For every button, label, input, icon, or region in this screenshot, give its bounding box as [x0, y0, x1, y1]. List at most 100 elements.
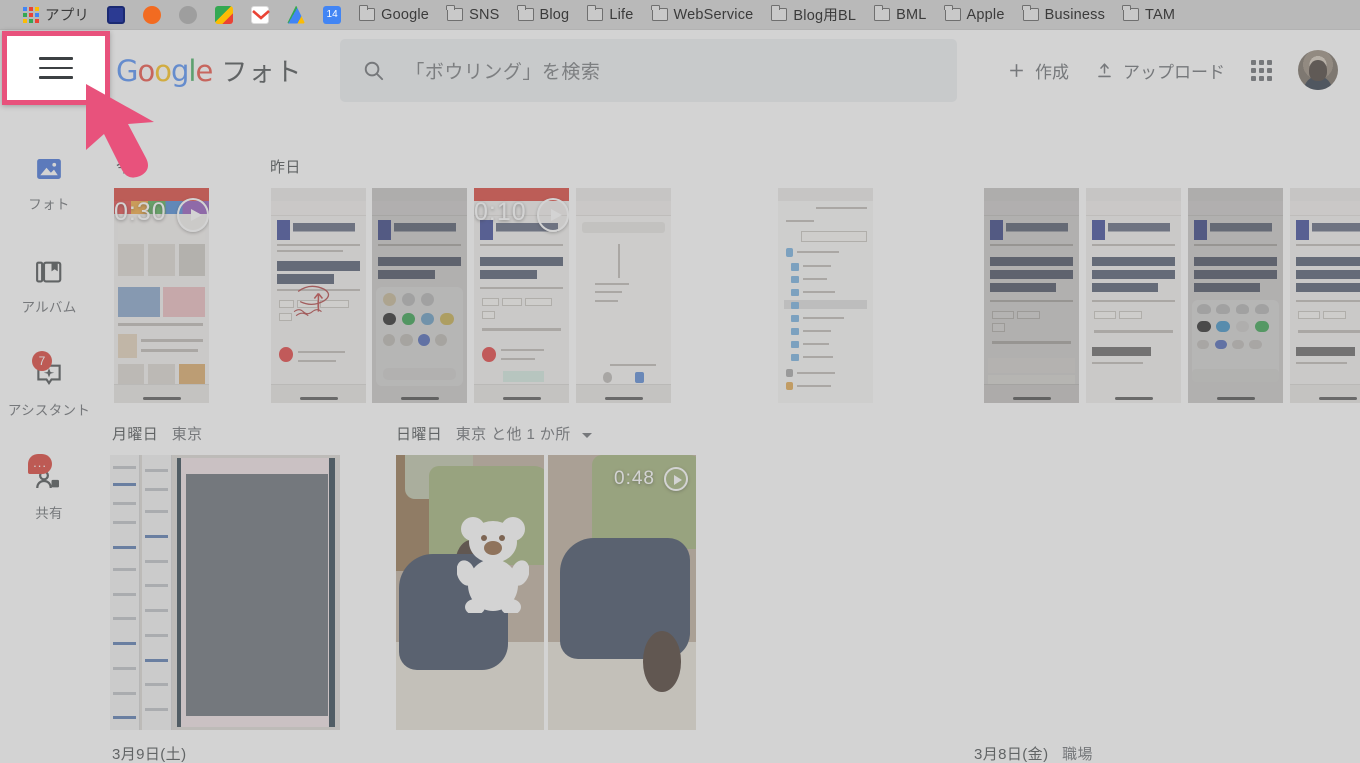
folder-icon	[516, 5, 534, 21]
thumbnail-image	[1086, 188, 1181, 403]
section-place: 東京	[171, 426, 203, 443]
bookmark-label: Blog用BL	[793, 8, 857, 24]
bookmark-folder-blog[interactable]: Blog	[509, 3, 579, 27]
product-name: フォト	[221, 56, 303, 87]
folder-icon	[358, 5, 376, 21]
shared-icon: ...	[28, 454, 64, 493]
video-badge: 0:48	[614, 467, 688, 491]
folder-icon	[943, 5, 961, 21]
folder-icon	[650, 5, 668, 21]
upload-label: アップロード	[1123, 62, 1225, 82]
bookmark-label: WebService	[673, 6, 754, 23]
photo-thumbnail[interactable]	[110, 455, 340, 730]
photo-thumbnail[interactable]: 0:48	[548, 455, 696, 730]
bookmark-folder-bml[interactable]: BML	[865, 3, 935, 27]
photo-thumbnail[interactable]	[396, 455, 544, 730]
bookmark-gmail[interactable]	[242, 3, 278, 27]
browser-bookmark-bar: アプリ 14 Google SNS Blog Life WebService B…	[0, 0, 1360, 30]
bookmark-label: SNS	[469, 6, 500, 23]
photo-thumbnail[interactable]	[984, 188, 1079, 403]
search-input[interactable]: 「ボウリング」を検索	[405, 57, 600, 84]
photo-thumbnail[interactable]	[1188, 188, 1283, 403]
bookmark-grey[interactable]	[170, 3, 206, 27]
app-header: Google フォト 「ボウリング」を検索 作成 アップロード	[0, 30, 1360, 110]
section-title: 昨日	[270, 159, 301, 176]
bookmark-maps[interactable]	[206, 3, 242, 27]
play-icon[interactable]	[664, 467, 688, 491]
video-badge: 0:10	[474, 188, 569, 403]
photo-thumbnail[interactable]	[372, 188, 467, 403]
bookmark-folder-blogbl[interactable]: Blog用BL	[762, 3, 865, 27]
thumbnail-image	[984, 188, 1079, 403]
apps-grid-icon	[23, 6, 39, 23]
photo-thumbnail[interactable]	[778, 188, 873, 403]
video-duration: 0:30	[114, 197, 167, 226]
orange-circle-icon	[143, 5, 162, 24]
video-duration: 0:10	[474, 197, 527, 226]
bookmark-orange[interactable]	[134, 3, 170, 27]
bookmark-label: Business	[1044, 6, 1106, 23]
sidebar: フォト アルバム 7 アシスタント ... 共有	[0, 110, 98, 763]
upload-icon	[1098, 62, 1111, 77]
plus-icon	[1010, 63, 1023, 77]
photo-thumbnail[interactable]: 0:10	[474, 188, 569, 403]
chevron-down-icon[interactable]	[582, 432, 593, 438]
bookmark-drive[interactable]	[278, 3, 314, 27]
bookmark-folder-life[interactable]: Life	[578, 3, 642, 27]
sidebar-label-sharing: 共有	[35, 506, 63, 521]
photo-thumbnail[interactable]	[1290, 188, 1360, 403]
bookmark-folder-sns[interactable]: SNS	[438, 3, 508, 27]
thumbnail-image	[576, 188, 671, 403]
google-apps-button[interactable]	[1251, 59, 1272, 81]
bookmark-blue-doc[interactable]	[98, 3, 134, 27]
thumbnail-image	[372, 188, 467, 403]
screen-root: アプリ 14 Google SNS Blog Life WebService B…	[0, 0, 1360, 763]
video-badge: 0:30	[114, 188, 209, 403]
folder-icon	[586, 5, 604, 21]
search-icon	[365, 61, 384, 80]
sidebar-item-assistant[interactable]: 7 アシスタント	[0, 351, 98, 419]
photo-thumbnail[interactable]	[271, 188, 366, 403]
bookmark-folder-apple[interactable]: Apple	[936, 3, 1014, 27]
folder-icon	[1122, 5, 1140, 21]
blue-doc-icon	[107, 5, 126, 24]
photo-thumbnail[interactable]: 0:30	[114, 188, 209, 403]
section-header-sunday[interactable]: 日曜日 東京 と他 1 か所	[396, 423, 593, 444]
bookmark-label: アプリ	[45, 8, 90, 24]
section-place: 東京 と他 1 か所	[455, 426, 571, 443]
photo-thumbnail[interactable]	[1086, 188, 1181, 403]
calendar-14-icon: 14	[323, 5, 342, 24]
search-bar[interactable]: 「ボウリング」を検索	[340, 38, 958, 102]
bookmark-apps[interactable]: アプリ	[14, 3, 98, 27]
thumbnail-image	[548, 455, 696, 730]
handwriting-annotation	[293, 286, 330, 317]
sidebar-item-sharing[interactable]: ... 共有	[0, 454, 98, 522]
section-title: 3月8日(金)	[974, 746, 1049, 763]
photo-thumbnail[interactable]	[576, 188, 671, 403]
bookmark-label: Life	[609, 6, 634, 23]
thumbnail-image	[778, 188, 873, 403]
header-actions: 作成 アップロード	[1007, 50, 1360, 90]
section-header-mar8: 3月8日(金) 職場	[974, 743, 1093, 763]
play-icon[interactable]	[176, 197, 209, 232]
folder-icon	[873, 5, 891, 21]
create-button[interactable]: 作成	[1007, 58, 1069, 83]
upload-button[interactable]: アップロード	[1095, 58, 1225, 83]
hamburger-menu-icon	[39, 57, 73, 79]
sidebar-label-albums: アルバム	[21, 300, 77, 315]
bookmark-calendar[interactable]: 14	[314, 3, 350, 27]
thumbnail-image	[110, 455, 340, 730]
thumbnail-image	[1188, 188, 1283, 403]
bookmark-folder-business[interactable]: Business	[1014, 3, 1114, 27]
gmail-icon	[251, 5, 270, 24]
photo-grid: 今日 昨日 月曜日 東京 日曜日 東京 と他 1 か所 3月9日(土) 3月8日…	[98, 110, 1360, 763]
google-drive-icon	[287, 5, 306, 24]
sidebar-item-albums[interactable]: アルバム	[0, 257, 98, 316]
play-icon[interactable]	[536, 197, 569, 232]
bookmark-folder-google[interactable]: Google	[350, 3, 438, 27]
assistant-badge: 7	[32, 351, 52, 371]
bookmark-folder-webservice[interactable]: WebService	[643, 3, 763, 27]
avatar[interactable]	[1298, 50, 1338, 90]
create-label: 作成	[1035, 62, 1069, 82]
bookmark-folder-tam[interactable]: TAM	[1114, 3, 1184, 27]
